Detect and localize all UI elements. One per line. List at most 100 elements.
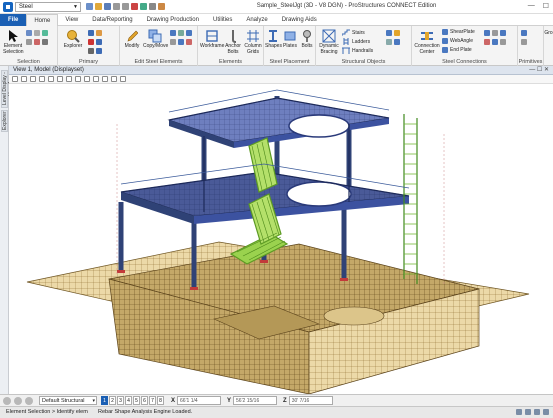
side-tab-level-display[interactable]: Level Display - View 1 <box>1 70 14 108</box>
tab-data-reporting[interactable]: Data/Reporting <box>85 14 139 26</box>
column-grids-button[interactable]: Column Grids <box>243 29 263 55</box>
view-attributes-icon[interactable] <box>12 76 18 82</box>
copy-move-button[interactable]: Copy/Move <box>143 29 168 50</box>
tool-icon[interactable] <box>96 30 102 36</box>
z-coordinate-field[interactable]: 30' 7/16 <box>288 396 333 405</box>
dynamic-bracing-button[interactable]: Dynamic Bracing <box>318 29 340 55</box>
select-icon[interactable] <box>34 39 40 45</box>
tab-file[interactable]: File <box>0 13 27 26</box>
display-style-icon[interactable] <box>120 76 126 82</box>
view-tool-icon[interactable] <box>21 76 27 82</box>
tab-utilities[interactable]: Utilities <box>206 14 239 26</box>
view-button-4[interactable]: 4 <box>125 396 132 405</box>
primitive-icon[interactable] <box>521 30 527 36</box>
ladders-button[interactable]: Ladders <box>342 38 370 45</box>
tool-icon[interactable] <box>492 30 498 36</box>
camera-icon[interactable] <box>111 76 117 82</box>
tool-icon[interactable] <box>88 48 94 54</box>
web-angle-button[interactable]: WebAngle <box>442 38 473 44</box>
status-icon[interactable] <box>543 409 549 415</box>
tab-view[interactable]: View <box>58 14 85 26</box>
end-plate-button[interactable]: End Plate <box>442 47 472 53</box>
tool-icon[interactable] <box>492 39 498 45</box>
tool-icon[interactable] <box>170 39 176 45</box>
model-select[interactable]: Default Structural mod <box>39 396 97 412</box>
view-button-3[interactable]: 3 <box>117 396 124 405</box>
fit-view-icon[interactable] <box>57 76 63 82</box>
tool-icon[interactable] <box>96 48 102 54</box>
element-selection-button[interactable]: Element Selection <box>3 29 24 55</box>
y-coordinate-field[interactable]: 56'2 15/16 <box>233 396 278 405</box>
grid-icon <box>247 30 259 42</box>
bolts-button[interactable]: Bolts <box>299 29 315 50</box>
tool-icon[interactable] <box>178 30 184 36</box>
view-previous-icon[interactable] <box>84 76 90 82</box>
shear-plate-button[interactable]: ShearPlate <box>442 29 475 35</box>
tool-icon[interactable] <box>500 30 506 36</box>
view-button-8[interactable]: 8 <box>157 396 164 405</box>
tool-icon[interactable] <box>386 30 392 36</box>
tool-icon[interactable] <box>96 39 102 45</box>
zoom-in-icon[interactable] <box>39 76 45 82</box>
view-button-2[interactable]: 2 <box>109 396 116 405</box>
model-viewport[interactable] <box>9 84 553 394</box>
view-button-1[interactable]: 1 <box>101 396 108 405</box>
tab-drawing-aids[interactable]: Drawing Aids <box>275 14 324 26</box>
window-area-icon[interactable] <box>102 76 108 82</box>
connection-center-button[interactable]: Connection Center <box>414 29 440 55</box>
tool-icon[interactable] <box>88 30 94 36</box>
tool-icon[interactable] <box>394 39 400 45</box>
rotate-view-icon[interactable] <box>66 76 72 82</box>
pan-view-icon[interactable] <box>75 76 81 82</box>
explorer-button[interactable]: Explorer <box>62 29 84 50</box>
tab-drawing-production[interactable]: Drawing Production <box>140 14 206 26</box>
zoom-out-icon[interactable] <box>48 76 54 82</box>
view-button-5[interactable]: 5 <box>133 396 140 405</box>
stairs-button[interactable]: Stairs <box>342 29 365 36</box>
x-coordinate-field[interactable]: 66'1 1/4 <box>177 396 222 405</box>
primitive-icon[interactable] <box>521 39 527 45</box>
view-tool-icon[interactable] <box>30 76 36 82</box>
status-icon[interactable] <box>534 409 540 415</box>
select-icon[interactable] <box>42 39 48 45</box>
view-nav-icon[interactable] <box>14 396 22 405</box>
tool-icon[interactable] <box>394 30 400 36</box>
select-icon[interactable] <box>26 30 32 36</box>
view-nav-icon[interactable] <box>25 396 33 405</box>
tool-icon[interactable] <box>186 30 192 36</box>
status-icon[interactable] <box>525 409 531 415</box>
plates-button[interactable]: Plates <box>282 29 298 50</box>
x-label: X <box>171 397 176 404</box>
maximize-icon[interactable]: ☐ <box>543 2 549 10</box>
shapes-button[interactable]: Shapes <box>265 29 282 50</box>
handrails-button[interactable]: Handrails <box>342 47 373 54</box>
view-window-controls[interactable]: — ☐ ✕ <box>529 66 549 75</box>
view-button-7[interactable]: 7 <box>149 396 156 405</box>
anchor-bolts-button[interactable]: Anchor Bolts <box>224 29 242 55</box>
side-tab-explorer[interactable]: Explorer <box>1 110 8 132</box>
view-button-6[interactable]: 6 <box>141 396 148 405</box>
select-icon[interactable] <box>26 39 32 45</box>
modify-button[interactable]: Modify <box>122 29 142 50</box>
group-label: Primitives <box>518 59 543 65</box>
group-label: Selection <box>17 59 40 65</box>
extra-button[interactable]: Gro <box>544 30 553 37</box>
select-icon[interactable] <box>34 30 40 36</box>
tool-icon[interactable] <box>484 30 490 36</box>
tool-icon[interactable] <box>386 39 392 45</box>
tool-icon[interactable] <box>186 39 192 45</box>
workframe-button[interactable]: Workframe <box>200 29 224 50</box>
status-icon[interactable] <box>516 409 522 415</box>
tab-analyze[interactable]: Analyze <box>239 14 274 26</box>
tool-icon[interactable] <box>170 30 176 36</box>
tab-home[interactable]: Home <box>26 13 59 26</box>
tool-icon[interactable] <box>500 39 506 45</box>
minimize-icon[interactable]: — <box>528 2 535 10</box>
view-next-icon[interactable] <box>93 76 99 82</box>
tool-icon[interactable] <box>178 39 184 45</box>
tool-icon[interactable] <box>484 39 490 45</box>
magnifier-icon <box>67 30 80 43</box>
tool-icon[interactable] <box>88 39 94 45</box>
view-nav-icon[interactable] <box>3 396 11 405</box>
select-icon[interactable] <box>42 30 48 36</box>
